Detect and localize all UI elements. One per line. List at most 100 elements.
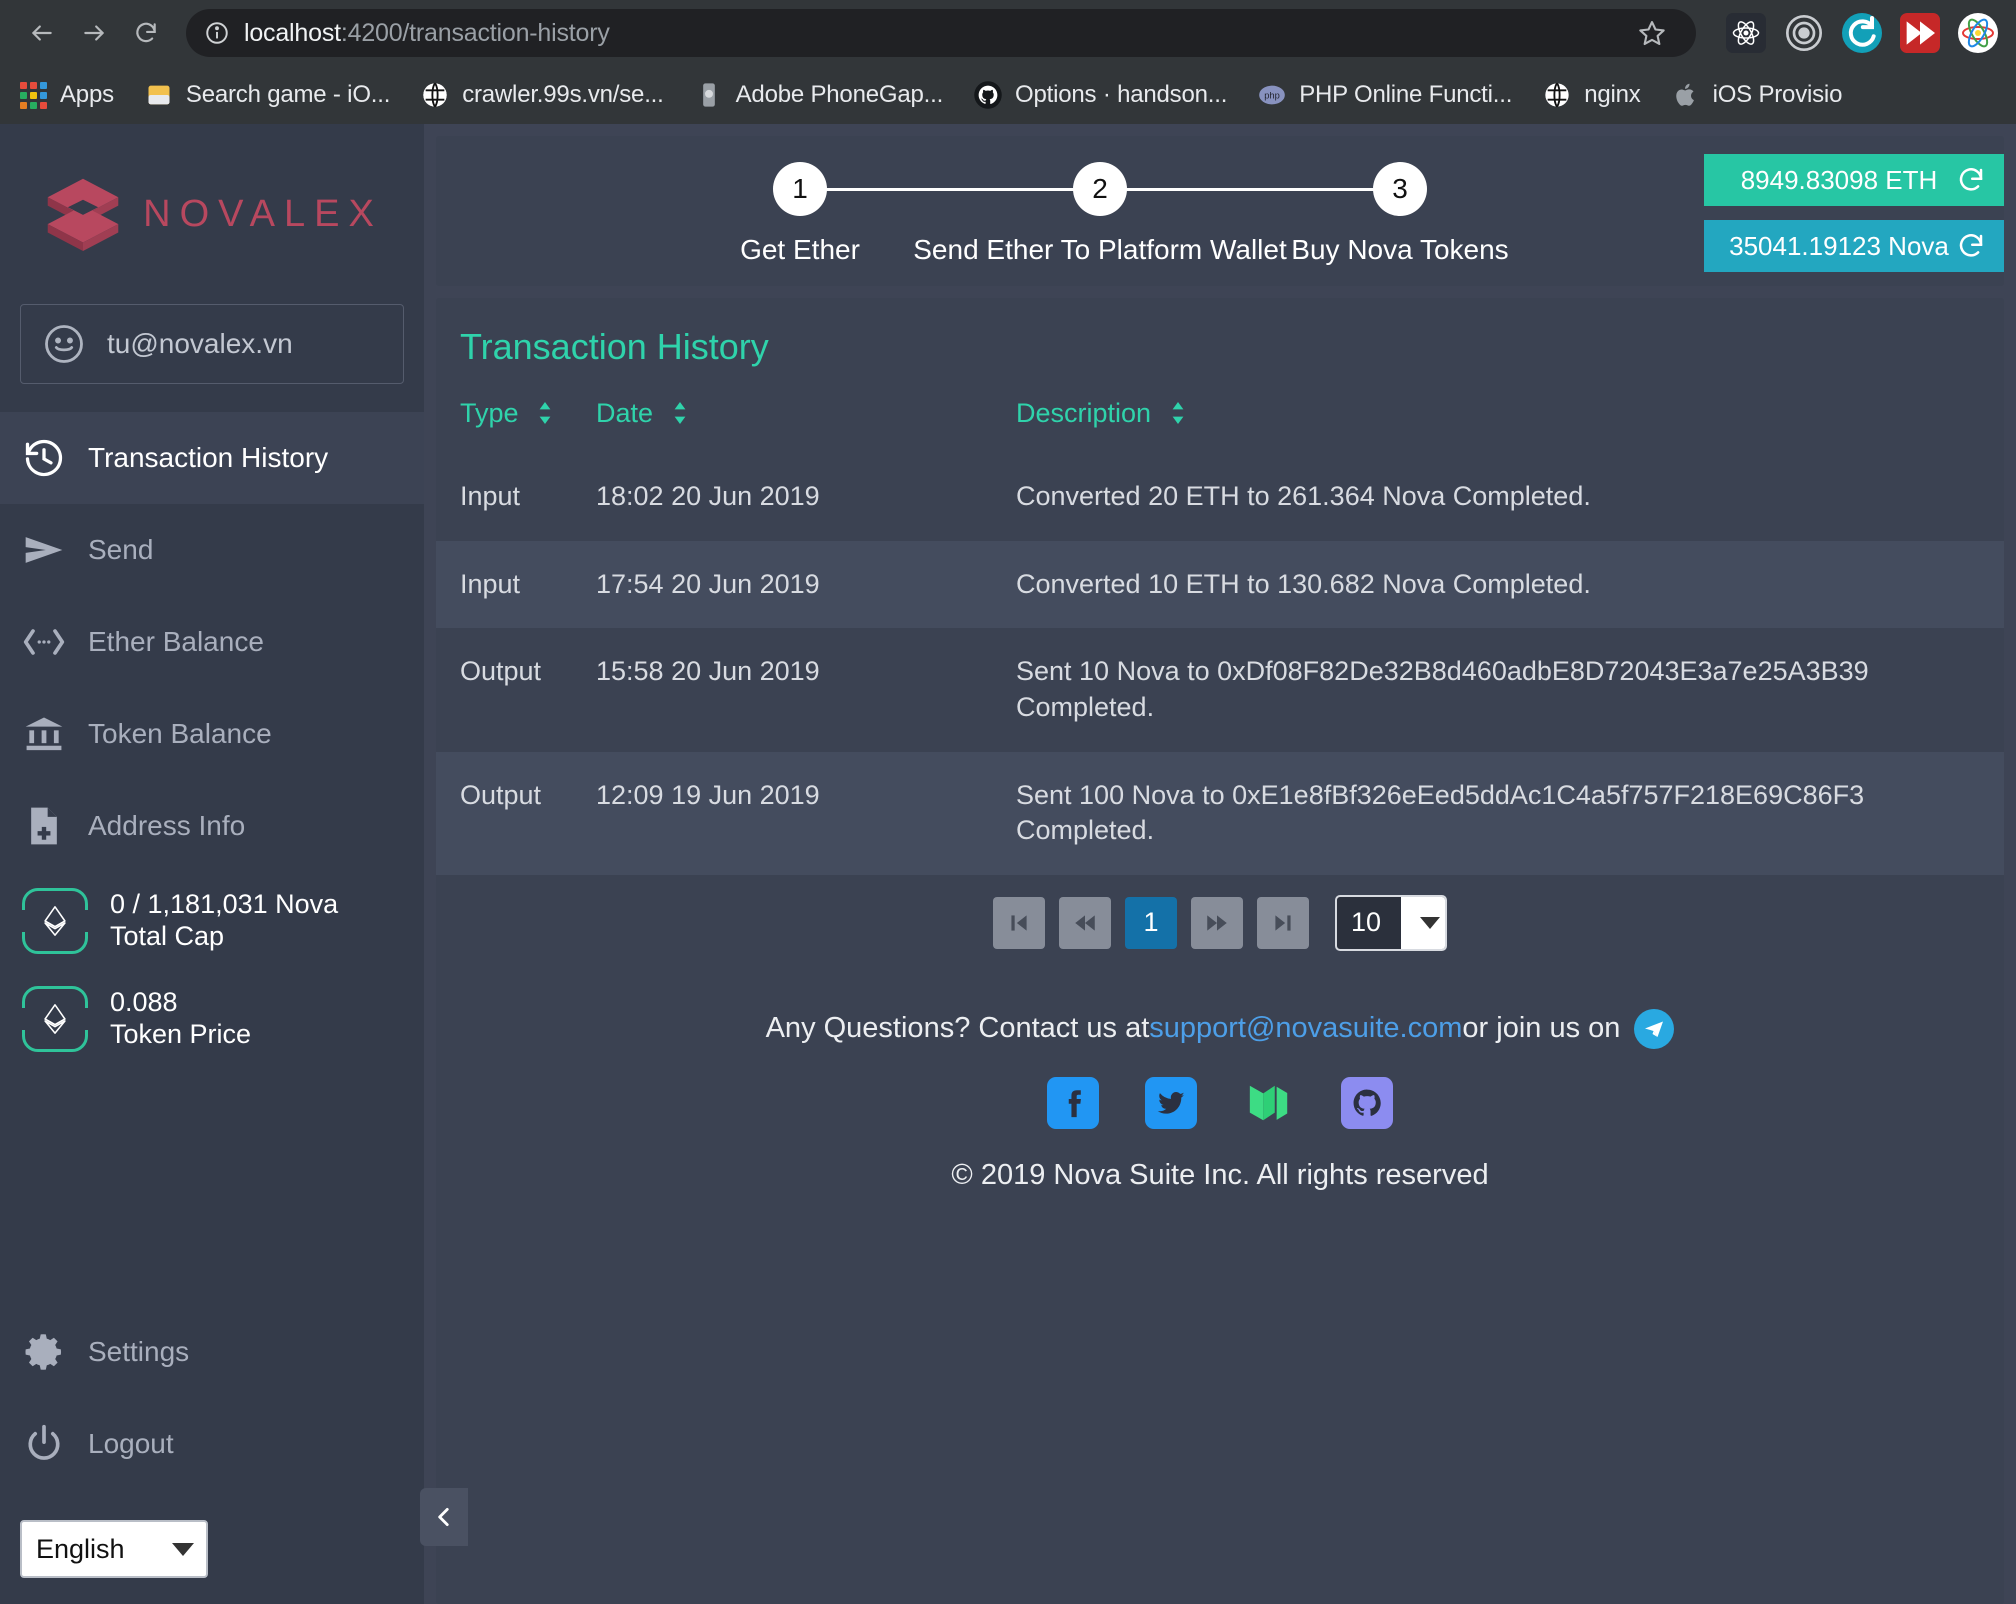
- browser-toolbar: localhost:4200/transaction-history: [0, 0, 2016, 66]
- brand-logo[interactable]: NOVALEX: [0, 124, 424, 286]
- page-title: Transaction History: [460, 326, 769, 367]
- bookmark-label: Adobe PhoneGap...: [735, 81, 944, 108]
- bookmark-nginx[interactable]: nginx: [1542, 80, 1641, 110]
- apple-icon: [1671, 80, 1701, 110]
- sidebar-item-send[interactable]: Send: [0, 504, 424, 596]
- column-header-type[interactable]: Type: [436, 388, 596, 453]
- ethereum-icon: [22, 888, 88, 954]
- pagination-prev-button[interactable]: [1059, 896, 1111, 949]
- atom-icon[interactable]: [1958, 13, 1998, 53]
- sidebar-item-label: Send: [88, 534, 154, 565]
- pagination-current-page[interactable]: 1: [1125, 896, 1177, 949]
- bookmark-options-handson[interactable]: Options · handson...: [973, 80, 1227, 110]
- step-1[interactable]: 1 Get Ether: [650, 162, 1100, 266]
- medium-icon[interactable]: [1243, 1077, 1295, 1129]
- step-connector: [1100, 188, 1400, 191]
- bookmarks-bar: Apps Search game - iO... crawler.99s.vn/…: [0, 66, 2016, 124]
- cell-description: Converted 20 ETH to 261.364 Nova Complet…: [1016, 481, 1591, 511]
- bookmark-label: nginx: [1584, 81, 1641, 108]
- column-header-description[interactable]: Description: [1016, 388, 2004, 453]
- cell-description: Converted 10 ETH to 130.682 Nova Complet…: [1016, 568, 1591, 599]
- step-2[interactable]: 2 Send Ether To Platform Wallet: [913, 162, 1400, 266]
- site-info-icon[interactable]: [204, 20, 230, 46]
- react-devtools-icon[interactable]: [1726, 13, 1766, 53]
- reload-button[interactable]: [122, 9, 170, 57]
- account-email-box[interactable]: tu@novalex.vn: [20, 304, 404, 384]
- sidebar-item-label: Address Info: [88, 810, 246, 841]
- send-icon: [22, 528, 66, 572]
- social-links: [436, 1076, 2004, 1129]
- sidebar-item-ether-balance[interactable]: Ether Balance: [0, 596, 424, 688]
- table-row[interactable]: Input 17:54 20 Jun 2019 Converted 10 ETH…: [436, 540, 2004, 629]
- sidebar-item-label: Transaction History: [88, 442, 329, 473]
- cell-type: Input: [460, 481, 521, 511]
- sidebar-item-settings[interactable]: Settings: [0, 1306, 424, 1398]
- sort-icon[interactable]: [1171, 400, 1185, 431]
- sidebar-item-logout[interactable]: Logout: [0, 1398, 424, 1490]
- bookmark-apps[interactable]: Apps: [18, 80, 114, 110]
- bookmark-crawler[interactable]: crawler.99s.vn/se...: [420, 80, 664, 110]
- contact-join-text: or join us on: [1462, 1012, 1621, 1045]
- eth-balance-badge[interactable]: 8949.83098 ETH: [1704, 154, 2004, 206]
- extension-icons: [1708, 13, 1998, 53]
- copyright-text: © 2019 Nova Suite Inc. All rights reserv…: [951, 1158, 1489, 1191]
- sidebar-item-token-balance[interactable]: Token Balance: [0, 688, 424, 780]
- support-email-link[interactable]: support@novasuite.com: [1149, 1012, 1462, 1045]
- bookmark-php-online[interactable]: php PHP Online Functi...: [1257, 80, 1512, 110]
- page-size-select[interactable]: 10: [1335, 894, 1447, 951]
- address-bar[interactable]: localhost:4200/transaction-history: [186, 9, 1696, 57]
- bookmark-star-icon[interactable]: [1638, 19, 1666, 47]
- sidebar: NOVALEX tu@novalex.vn Transaction Histor…: [0, 124, 468, 1604]
- sidebar-item-transaction-history[interactable]: Transaction History: [0, 412, 424, 504]
- github-icon[interactable]: [1341, 1076, 1393, 1129]
- pagination: 1 10: [436, 875, 2004, 973]
- total-cap-stat: 0 / 1,181,031 Nova Total Cap: [0, 872, 424, 970]
- target-icon[interactable]: [1784, 13, 1824, 53]
- nova-balance-badge[interactable]: 35041.19123 Nova: [1704, 220, 2004, 272]
- sidebar-collapse-button[interactable]: [420, 1488, 468, 1546]
- bookmark-phonegap[interactable]: Adobe PhoneGap...: [694, 80, 943, 110]
- account-email: tu@novalex.vn: [107, 328, 293, 359]
- facebook-icon[interactable]: [1047, 1076, 1099, 1129]
- back-button[interactable]: [18, 9, 66, 57]
- bookmark-label: Options · handson...: [1015, 81, 1228, 108]
- pagination-last-button[interactable]: [1257, 896, 1309, 949]
- contact-question-text: Any Questions? Contact us at: [765, 1012, 1150, 1045]
- main-content: 1 Get Ether 2 Send Ether To Platform Wal…: [424, 124, 2016, 1604]
- forward-button[interactable]: [70, 9, 118, 57]
- nova-balance-value: 35041.19123 Nova: [1729, 230, 1949, 261]
- bookmark-search-game[interactable]: Search game - iO...: [144, 80, 390, 110]
- table-row[interactable]: Input 18:02 20 Jun 2019 Converted 20 ETH…: [436, 453, 2004, 541]
- cell-date: 15:58 20 Jun 2019: [596, 656, 820, 687]
- github-icon: [973, 80, 1003, 110]
- page-size-value: 10: [1351, 907, 1382, 938]
- eth-balance-value: 8949.83098 ETH: [1740, 164, 1938, 195]
- smiley-icon: [43, 323, 85, 365]
- red-forward-icon[interactable]: [1900, 13, 1940, 53]
- sidebar-item-label: Logout: [88, 1428, 174, 1459]
- teal-refresh-icon[interactable]: [1842, 13, 1882, 53]
- contact-line: Any Questions? Contact us at support@nov…: [436, 1008, 2004, 1049]
- bookmark-label: PHP Online Functi...: [1299, 81, 1513, 108]
- table-row[interactable]: Output 12:09 19 Jun 2019 Sent 100 Nova t…: [436, 751, 2004, 875]
- telegram-icon[interactable]: [1634, 1008, 1675, 1049]
- php-icon: php: [1257, 80, 1287, 110]
- refresh-icon[interactable]: [1956, 231, 1986, 261]
- sort-icon[interactable]: [538, 400, 552, 431]
- bookmark-ios-provisioning[interactable]: iOS Provisio: [1671, 80, 1842, 110]
- sort-icon[interactable]: [673, 400, 687, 431]
- document-plus-icon: [22, 804, 66, 848]
- twitter-icon[interactable]: [1145, 1076, 1197, 1129]
- language-select[interactable]: English: [20, 1520, 208, 1578]
- sidebar-item-label: Settings: [88, 1336, 190, 1367]
- column-header-date[interactable]: Date: [596, 388, 1016, 453]
- table-row[interactable]: Output 15:58 20 Jun 2019 Sent 10 Nova to…: [436, 628, 2004, 752]
- pagination-first-button[interactable]: [993, 896, 1045, 949]
- sidebar-item-address-info[interactable]: Address Info: [0, 780, 424, 872]
- mail-icon: [144, 80, 174, 110]
- step-3[interactable]: 3 Buy Nova Tokens: [1250, 162, 1550, 266]
- refresh-icon[interactable]: [1956, 165, 1986, 195]
- pagination-next-button[interactable]: [1191, 896, 1243, 949]
- step-number: 3: [1373, 162, 1427, 216]
